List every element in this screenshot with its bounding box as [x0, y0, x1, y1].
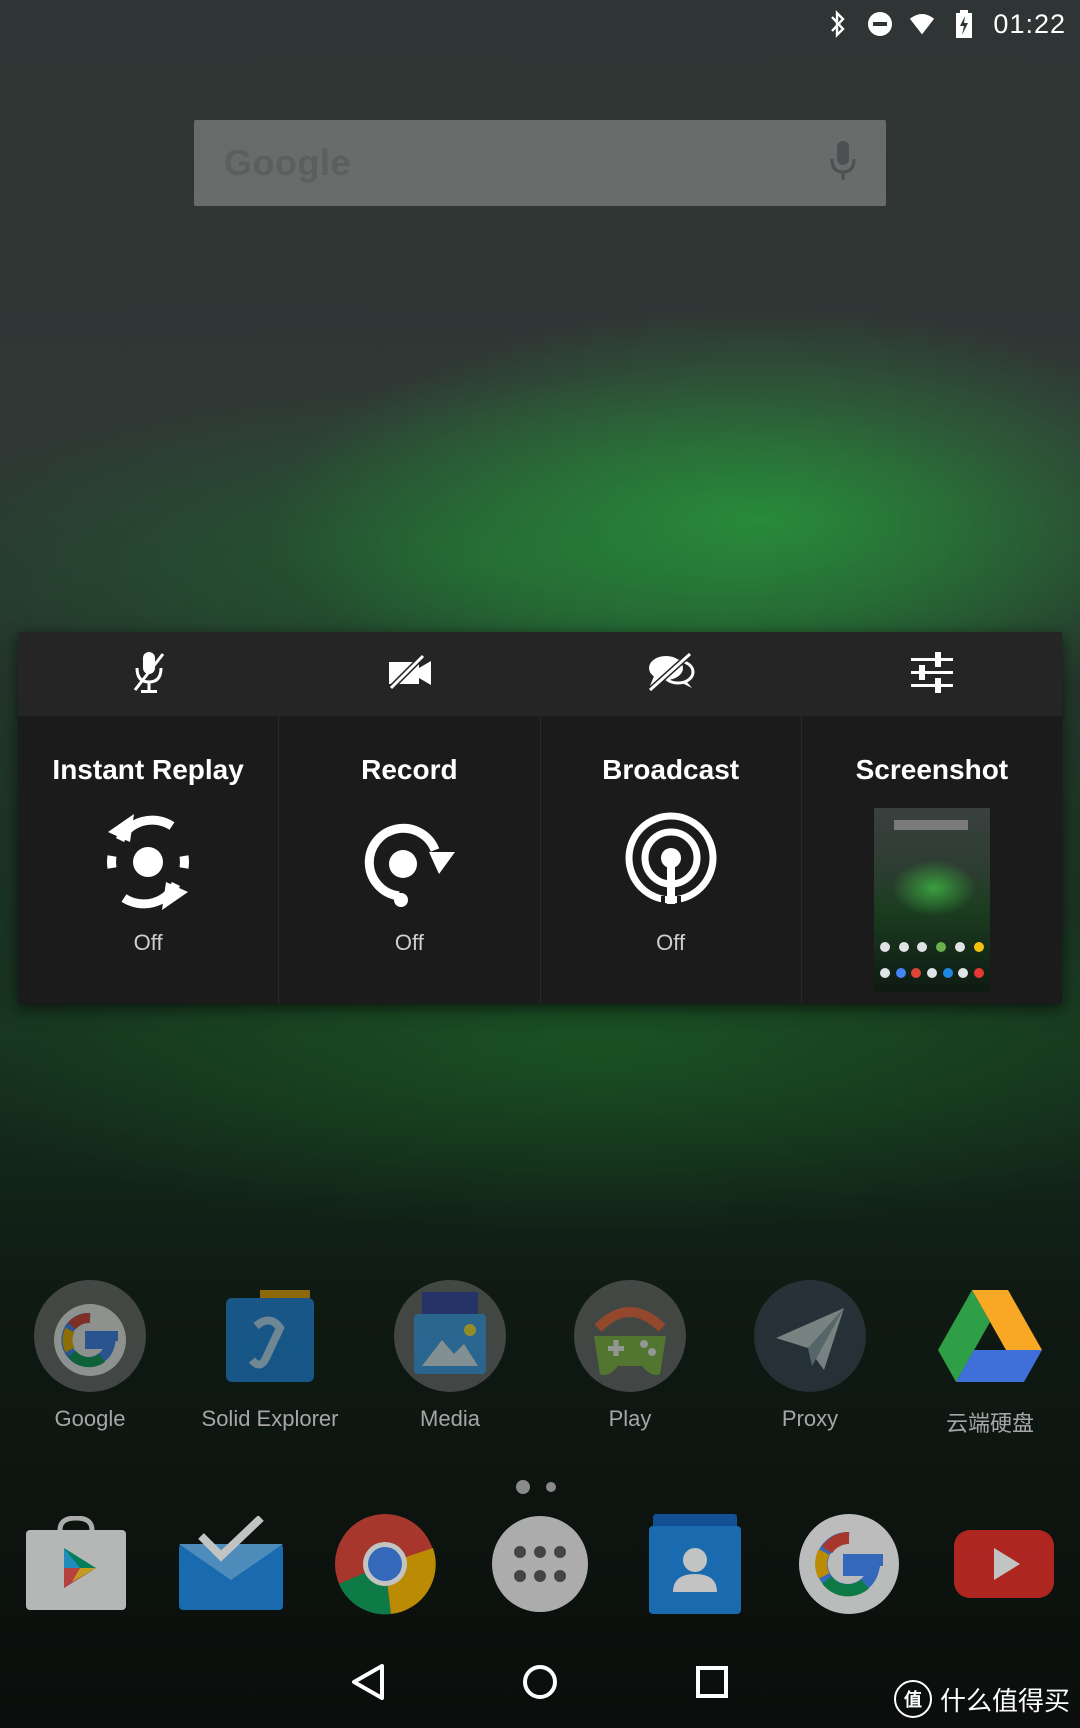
- overlay-tiles: Instant Replay Off Record Off Broadcast …: [18, 716, 1062, 1004]
- tile-state: Off: [656, 930, 686, 955]
- solid-explorer-icon: [212, 1278, 328, 1394]
- youtube-icon[interactable]: [948, 1508, 1060, 1620]
- google-folder-icon: [32, 1278, 148, 1394]
- overlay-toolbar: [18, 632, 1062, 716]
- google-icon[interactable]: [793, 1508, 905, 1620]
- recents-button[interactable]: [676, 1648, 748, 1720]
- inbox-icon[interactable]: [175, 1508, 287, 1620]
- app-label: 云端硬盘: [945, 1411, 1034, 1436]
- proxy-icon: [752, 1278, 868, 1394]
- recents-icon: [695, 1665, 729, 1704]
- tile-state: Off: [394, 930, 424, 955]
- broadcast-icon: [621, 812, 721, 912]
- screenshot-thumbnail[interactable]: [873, 808, 990, 992]
- watermark: 值 什么值得买: [893, 1680, 1070, 1718]
- drive-icon: [932, 1278, 1048, 1394]
- thumbnail-app-row: [879, 942, 984, 952]
- contacts-icon[interactable]: [639, 1508, 751, 1620]
- tile-title: Screenshot: [855, 754, 1009, 785]
- watermark-text: 什么值得买: [939, 1685, 1070, 1716]
- share-overlay: Instant Replay Off Record Off Broadcast …: [18, 632, 1062, 1004]
- status-bar: 01:22: [0, 0, 1080, 48]
- wifi-icon: [909, 10, 935, 38]
- app-label: Play: [608, 1406, 652, 1431]
- app-google-folder[interactable]: Google: [0, 1278, 180, 1438]
- back-icon: [350, 1662, 386, 1707]
- app-label: Media: [420, 1406, 480, 1431]
- chrome-icon[interactable]: [329, 1508, 441, 1620]
- app-drawer-icon[interactable]: [484, 1508, 596, 1620]
- app-label: Solid Explorer: [201, 1406, 339, 1431]
- chat-toggle-button[interactable]: [540, 632, 801, 716]
- mic-toggle-button[interactable]: [18, 632, 279, 716]
- app-media-folder[interactable]: Media: [360, 1278, 540, 1438]
- record-tile[interactable]: Record Off: [279, 716, 541, 1004]
- mic-icon[interactable]: [830, 140, 856, 186]
- tile-title: Instant Replay: [52, 754, 244, 785]
- thumbnail-search: [893, 820, 968, 830]
- tile-title: Broadcast: [602, 754, 740, 785]
- thumbnail-dock-row: [879, 968, 984, 978]
- do-not-disturb-icon: [867, 10, 893, 38]
- instant-replay-tile[interactable]: Instant Replay Off: [18, 716, 280, 1004]
- watermark-badge: 值: [893, 1680, 932, 1718]
- tile-state: Off: [133, 930, 163, 955]
- media-folder-icon: [392, 1278, 508, 1394]
- camera-toggle-button[interactable]: [279, 632, 540, 716]
- mic-off-icon: [131, 650, 167, 699]
- page-indicator: [516, 1480, 556, 1494]
- settings-button[interactable]: [801, 632, 1062, 716]
- screenshot-tile[interactable]: Screenshot: [802, 716, 1062, 1004]
- page-dot: [546, 1482, 556, 1492]
- play-games-icon: [572, 1278, 688, 1394]
- dock: [20, 1508, 1060, 1620]
- app-solid-explorer[interactable]: Solid Explorer: [180, 1278, 360, 1438]
- tile-title: Record: [361, 754, 458, 785]
- play-store-icon[interactable]: [20, 1508, 132, 1620]
- app-label: Google: [54, 1406, 126, 1431]
- app-label: Proxy: [781, 1406, 839, 1431]
- google-search-bar[interactable]: Google: [194, 120, 886, 206]
- page-dot-active: [516, 1480, 530, 1494]
- app-drive[interactable]: 云端硬盘: [900, 1278, 1080, 1438]
- camera-off-icon: [387, 653, 433, 695]
- settings-sliders-icon: [909, 650, 955, 699]
- app-play-folder[interactable]: Play: [540, 1278, 720, 1438]
- google-logo: Google: [224, 142, 351, 183]
- home-app-row: Google Solid Explorer Media Play Proxy 云…: [0, 1278, 1080, 1438]
- battery-charging-icon: [951, 10, 977, 38]
- home-button[interactable]: [504, 1648, 576, 1720]
- app-proxy[interactable]: Proxy: [720, 1278, 900, 1438]
- back-button[interactable]: [332, 1648, 404, 1720]
- clock: 01:22: [993, 8, 1066, 39]
- broadcast-tile[interactable]: Broadcast Off: [541, 716, 802, 1004]
- home-icon: [521, 1663, 559, 1706]
- chat-off-icon: [646, 651, 696, 697]
- bluetooth-icon: [825, 10, 851, 38]
- record-icon: [359, 812, 459, 912]
- instant-replay-icon: [98, 812, 198, 912]
